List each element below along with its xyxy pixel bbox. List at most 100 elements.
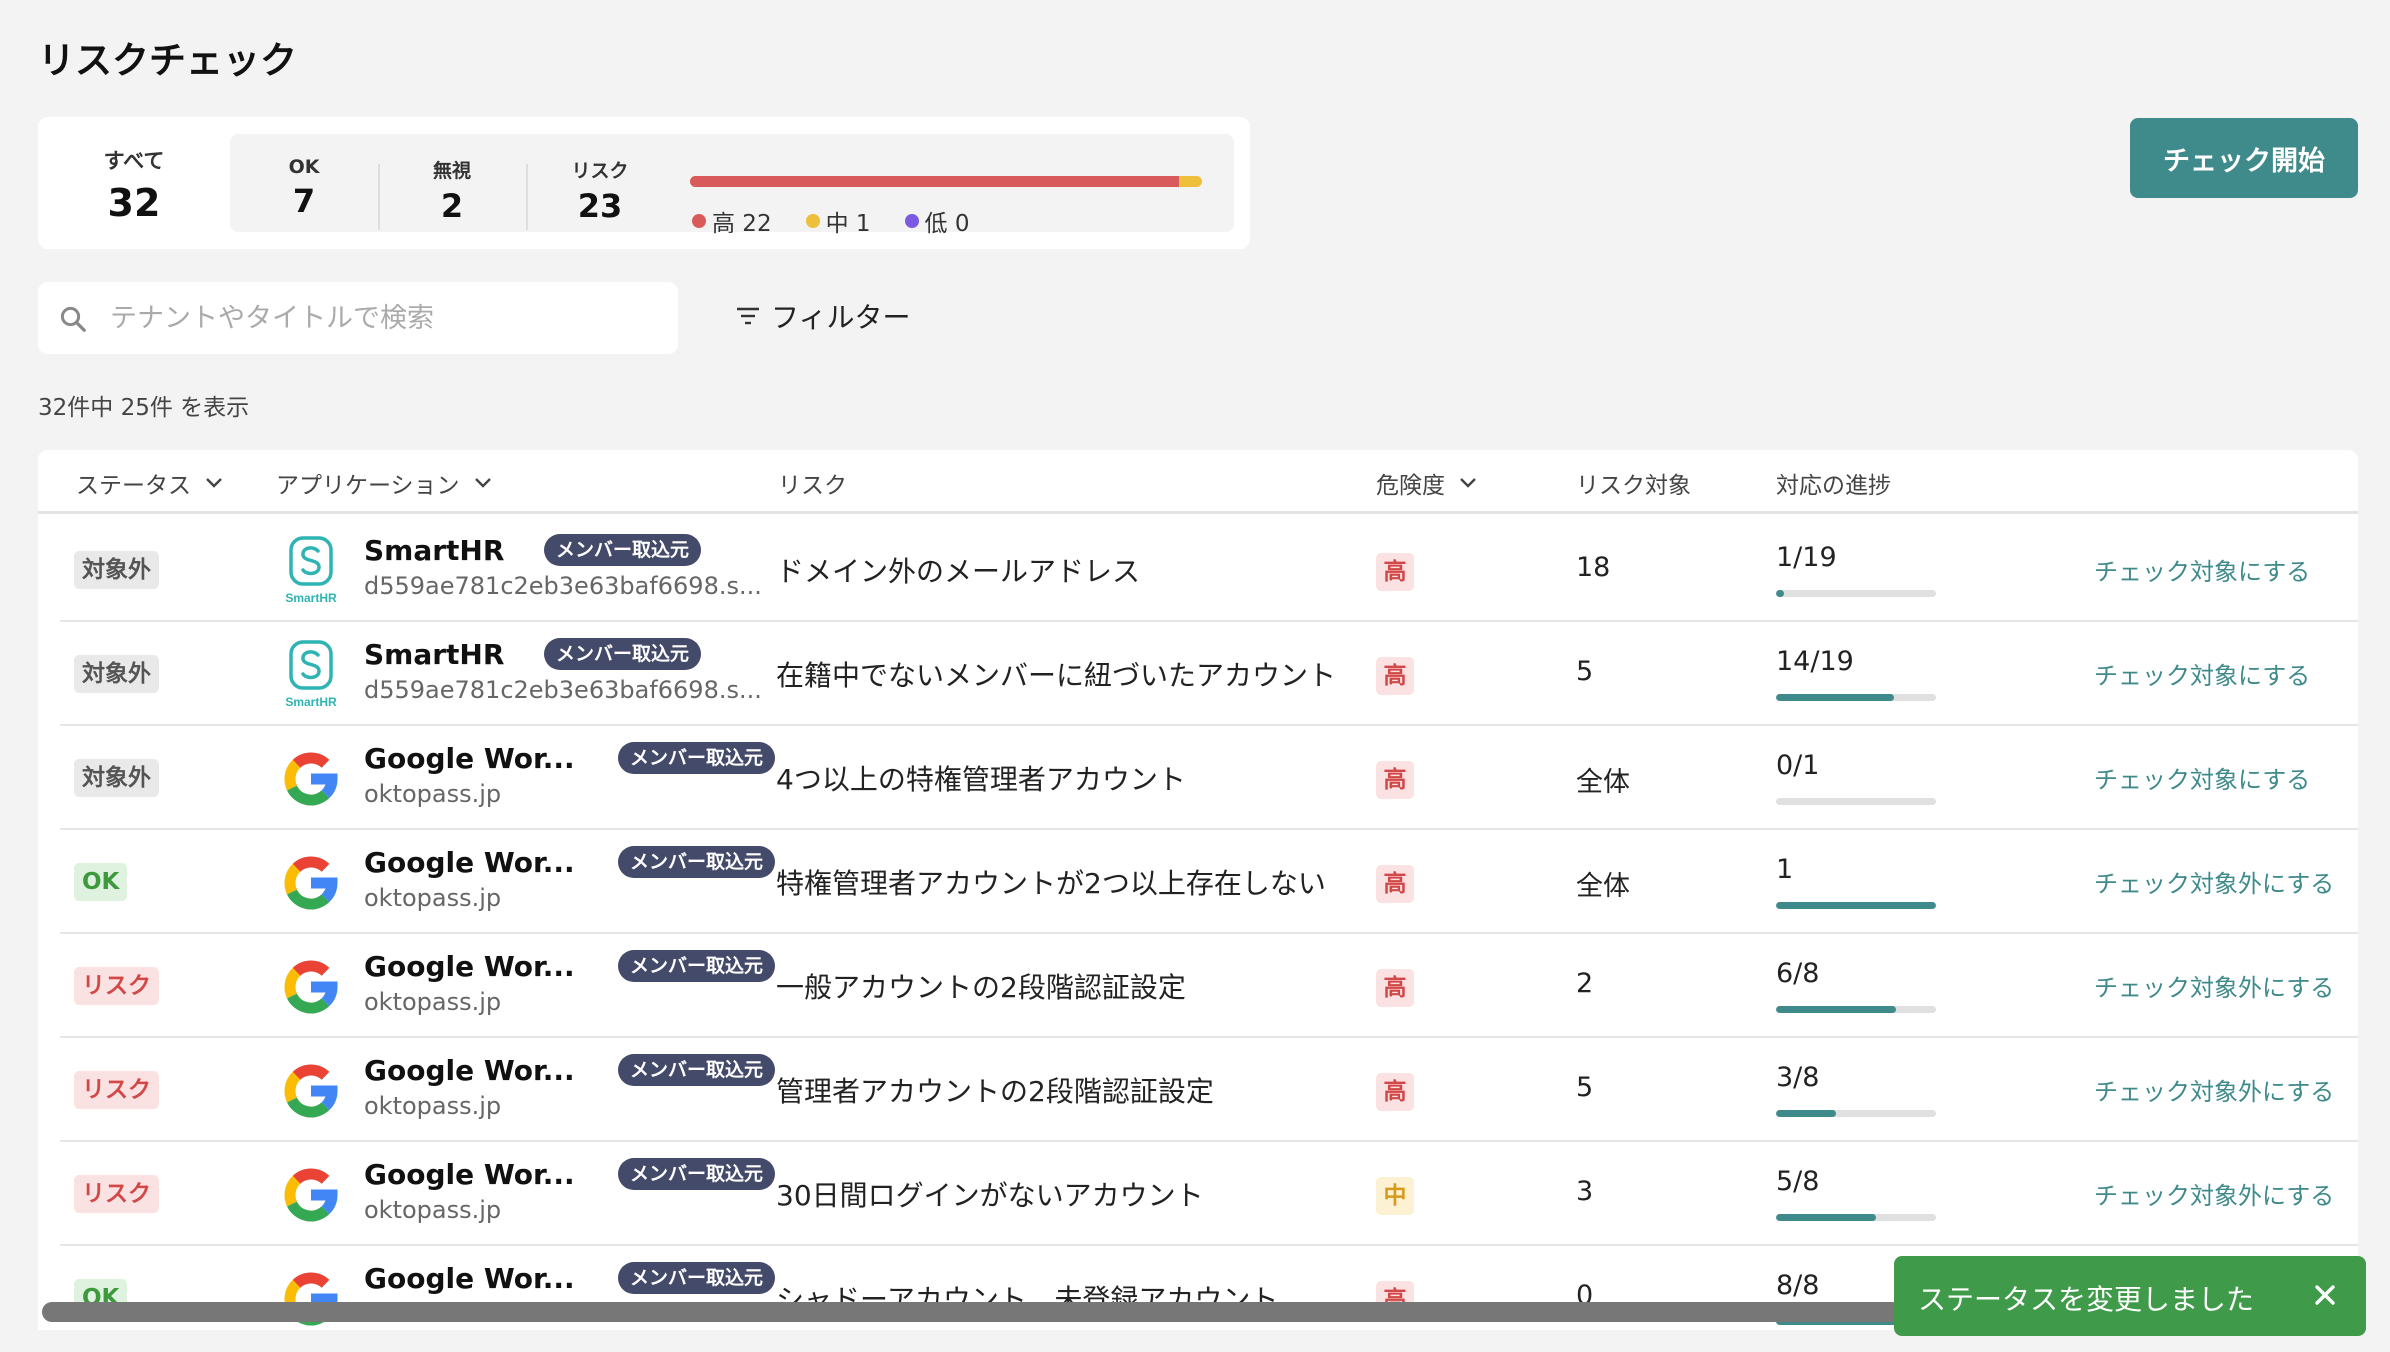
- progress-bar: [1776, 590, 1936, 597]
- summary-ok-count: 7: [292, 182, 316, 220]
- status-badge: OK: [74, 863, 128, 901]
- status-badge: リスク: [74, 1175, 159, 1213]
- risk-target: 全体: [1576, 871, 1630, 902]
- header-status[interactable]: ステータス: [76, 466, 223, 500]
- header-target: リスク対象: [1576, 466, 1691, 500]
- toggle-check-link[interactable]: チェック対象外にする: [2094, 1176, 2334, 1211]
- danger-badge: 高: [1376, 969, 1414, 1007]
- risk-title[interactable]: 特権管理者アカウントが2つ以上存在しない: [776, 862, 1326, 902]
- progress-text: 6/8: [1776, 958, 1820, 989]
- risk-title[interactable]: 4つ以上の特権管理者アカウント: [776, 758, 1186, 798]
- table-row[interactable]: リスク Google Wor... メンバー取込元 oktopass.jp 管理…: [60, 1038, 2358, 1142]
- risk-title[interactable]: 管理者アカウントの2段階認証設定: [776, 1070, 1214, 1110]
- risk-level-bar-high: [690, 176, 1180, 187]
- status-badge: 対象外: [74, 759, 159, 797]
- legend-low-label: 低 0: [924, 211, 970, 237]
- close-icon[interactable]: [2310, 1280, 2340, 1310]
- risk-title[interactable]: 一般アカウントの2段階認証設定: [776, 966, 1186, 1006]
- app-name[interactable]: Google Wor...: [364, 1262, 575, 1295]
- progress-bar: [1776, 1214, 1936, 1221]
- search-input[interactable]: [110, 296, 660, 340]
- google-logo-icon: [276, 1056, 346, 1126]
- risk-title[interactable]: 30日間ログインがないアカウント: [776, 1174, 1204, 1214]
- start-check-button[interactable]: チェック開始: [2130, 118, 2358, 198]
- toggle-check-link[interactable]: チェック対象外にする: [2094, 1072, 2334, 1107]
- status-badge: 対象外: [74, 551, 159, 589]
- table-row[interactable]: OK Google Wor... メンバー取込元 oktopass.jp 特権管…: [60, 830, 2358, 934]
- toast-notification: ステータスを変更しました: [1894, 1256, 2366, 1336]
- search-box[interactable]: [38, 282, 678, 354]
- risk-title[interactable]: 在籍中でないメンバーに紐づいたアカウント: [776, 654, 1336, 694]
- smarthr-logo-icon: SmartHR: [276, 640, 346, 710]
- summary-risk-label: リスク: [571, 160, 629, 182]
- horizontal-scrollbar[interactable]: [42, 1302, 1902, 1322]
- risk-target: 5: [1576, 1072, 1594, 1103]
- danger-badge: 高: [1376, 865, 1414, 903]
- progress-text: 14/19: [1776, 646, 1854, 677]
- app-name[interactable]: Google Wor...: [364, 1054, 575, 1087]
- header-application[interactable]: アプリケーション: [276, 466, 492, 500]
- status-badge: 対象外: [74, 655, 159, 693]
- app-name[interactable]: SmartHR: [364, 638, 504, 671]
- progress-bar: [1776, 798, 1936, 805]
- header-progress: 対応の進捗: [1776, 466, 1891, 500]
- danger-badge: 高: [1376, 553, 1414, 591]
- toggle-check-link[interactable]: チェック対象にする: [2094, 552, 2310, 587]
- header-application-label: アプリケーション: [276, 473, 460, 499]
- app-name[interactable]: Google Wor...: [364, 742, 575, 775]
- high-dot-icon: [692, 214, 706, 228]
- toggle-check-link[interactable]: チェック対象外にする: [2094, 864, 2334, 899]
- risk-level-bar: [690, 176, 1202, 187]
- header-danger[interactable]: 危険度: [1376, 466, 1477, 500]
- toggle-check-link[interactable]: チェック対象にする: [2094, 656, 2310, 691]
- legend-high-label: 高 22: [712, 211, 772, 237]
- risk-title[interactable]: ドメイン外のメールアドレス: [776, 550, 1140, 590]
- member-source-tag: メンバー取込元: [544, 638, 702, 670]
- member-source-tag: メンバー取込元: [618, 846, 776, 878]
- table-row[interactable]: 対象外 SmartHR SmartHR メンバー取込元 d559ae781c2e…: [60, 518, 2358, 622]
- legend-low: 低 0: [904, 204, 970, 238]
- summary-breakdown: OK 7 無視 2 リスク 23 高 22 中 1 低 0: [230, 134, 1234, 237]
- progress-text: 1/19: [1776, 542, 1837, 573]
- table-row[interactable]: リスク Google Wor... メンバー取込元 oktopass.jp 30…: [60, 1142, 2358, 1246]
- table-row[interactable]: 対象外 Google Wor... メンバー取込元 oktopass.jp 4つ…: [60, 726, 2358, 830]
- risk-table: ステータス アプリケーション リスク 危険度 リスク対象 対応の進捗 対象外 S…: [38, 450, 2358, 1330]
- progress-text: 1: [1776, 854, 1794, 885]
- member-source-tag: メンバー取込元: [618, 1054, 776, 1086]
- summary-ok-label: OK: [288, 156, 320, 178]
- toggle-check-link[interactable]: チェック対象外にする: [2094, 968, 2334, 1003]
- progress-text: 8/8: [1776, 1270, 1820, 1301]
- header-status-label: ステータス: [76, 473, 191, 499]
- legend-mid: 中 1: [805, 204, 871, 238]
- app-tenant: oktopass.jp: [364, 1196, 502, 1224]
- summary-card: すべて 32 OK 7 無視 2 リスク 23 高 22 中 1 低 0: [38, 117, 1250, 249]
- google-logo-icon: [276, 1160, 346, 1230]
- risk-target: 全体: [1576, 767, 1630, 798]
- app-name[interactable]: Google Wor...: [364, 1158, 575, 1191]
- page-title: リスクチェック: [38, 39, 297, 82]
- app-tenant: oktopass.jp: [364, 780, 502, 808]
- status-badge: リスク: [74, 1071, 159, 1109]
- app-name[interactable]: Google Wor...: [364, 950, 575, 983]
- table-row[interactable]: リスク Google Wor... メンバー取込元 oktopass.jp 一般…: [60, 934, 2358, 1038]
- app-tenant: d559ae781c2eb3e63baf6698.s...: [364, 676, 762, 704]
- table-header: ステータス アプリケーション リスク 危険度 リスク対象 対応の進捗: [38, 450, 2358, 514]
- summary-ok[interactable]: OK 7: [230, 134, 378, 232]
- toggle-check-link[interactable]: チェック対象にする: [2094, 760, 2310, 795]
- summary-all-label: すべて: [103, 149, 165, 173]
- chevron-down-icon: [206, 478, 222, 488]
- summary-risk[interactable]: リスク 23: [526, 134, 674, 232]
- member-source-tag: メンバー取込元: [618, 742, 776, 774]
- app-name[interactable]: Google Wor...: [364, 846, 575, 879]
- smarthr-logo-icon: SmartHR: [276, 536, 346, 606]
- smarthr-wordmark: SmartHR: [285, 591, 337, 605]
- summary-all[interactable]: すべて 32: [38, 117, 230, 249]
- danger-badge: 中: [1376, 1177, 1414, 1215]
- danger-badge: 高: [1376, 657, 1414, 695]
- filter-button[interactable]: フィルター: [735, 296, 910, 336]
- table-row[interactable]: 対象外 SmartHR SmartHR メンバー取込元 d559ae781c2e…: [60, 622, 2358, 726]
- summary-all-count: 32: [107, 181, 161, 225]
- progress-bar: [1776, 1006, 1936, 1013]
- app-name[interactable]: SmartHR: [364, 534, 504, 567]
- summary-ignore[interactable]: 無視 2: [378, 134, 526, 232]
